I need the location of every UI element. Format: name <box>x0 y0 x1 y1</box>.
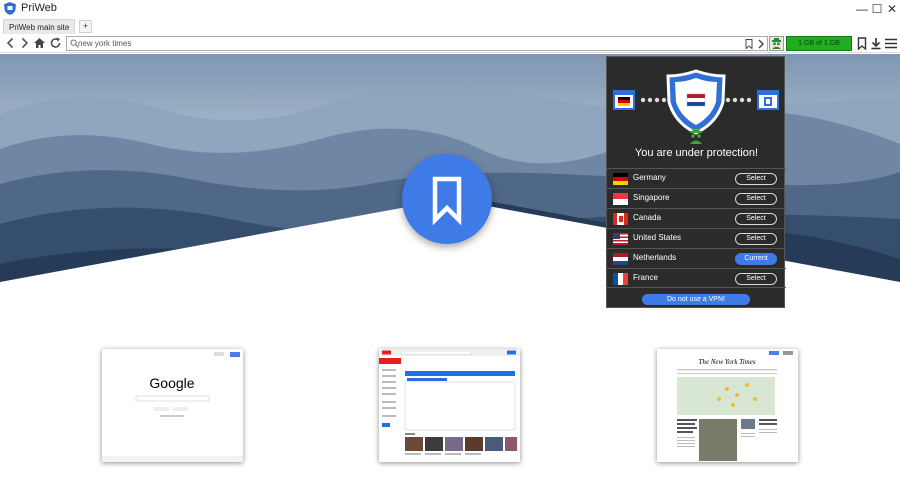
select-france-button[interactable]: Select <box>735 273 777 285</box>
address-bar[interactable]: new york times <box>66 36 768 51</box>
home-icon[interactable] <box>33 36 46 50</box>
tab-strip: PriWeb main site + <box>0 18 900 34</box>
traffic-meter[interactable]: 1 GB of 1 GB <box>786 36 852 51</box>
country-row-france: France Select <box>607 268 786 288</box>
close-button[interactable]: ✕ <box>884 1 900 17</box>
nytimes-logo: The New York Times <box>698 358 755 366</box>
vpn-panel: You are under protection! Germany Select… <box>606 56 786 308</box>
nytimes-thumbnail-image: The New York Times <box>657 349 798 462</box>
canada-flag-icon <box>613 213 628 225</box>
current-netherlands-button[interactable]: Current <box>735 253 777 265</box>
select-germany-button[interactable]: Select <box>735 173 777 185</box>
window-title: PriWeb <box>21 2 57 14</box>
select-canada-button[interactable]: Select <box>735 213 777 225</box>
toolbar: new york times <box>0 34 900 53</box>
vpn-connection-graphic <box>613 69 779 144</box>
protection-status-text: You are under protection! <box>634 147 759 159</box>
vpn-agent-icon <box>772 38 781 49</box>
speed-dial-nytimes[interactable]: The New York Times <box>657 349 798 462</box>
country-name: Singapore <box>633 193 670 202</box>
speed-dial-youtube[interactable] <box>379 349 520 462</box>
google-thumbnail-image: Google <box>102 349 243 462</box>
vpn-toggle-button[interactable] <box>769 36 784 51</box>
united-states-flag-icon <box>613 233 628 245</box>
new-tab-button[interactable]: + <box>79 20 92 33</box>
france-flag-icon <box>613 273 628 285</box>
country-name: United States <box>633 233 682 242</box>
disable-vpn-button[interactable]: Do not use a VPN! <box>642 294 750 305</box>
germany-flag-icon <box>613 173 628 185</box>
chevron-left-icon[interactable] <box>4 36 17 50</box>
hamburger-icon[interactable] <box>884 37 898 50</box>
address-input[interactable]: new york times <box>78 39 131 48</box>
title-bar: PriWeb — ☐ ✕ <box>0 0 900 18</box>
country-name: Germany <box>633 173 666 182</box>
country-name: France <box>633 273 658 282</box>
country-row-singapore: Singapore Select <box>607 188 786 208</box>
singapore-flag-icon <box>613 193 628 205</box>
bookmark-page-icon[interactable] <box>745 39 753 49</box>
select-singapore-button[interactable]: Select <box>735 193 777 205</box>
chevron-right-icon[interactable] <box>18 36 31 50</box>
maximize-button[interactable]: ☐ <box>869 1 885 17</box>
go-icon[interactable] <box>756 38 766 50</box>
country-name: Canada <box>633 213 662 222</box>
country-name: Netherlands <box>633 253 677 262</box>
browser-window: PriWeb — ☐ ✕ PriWeb main site + new york… <box>0 0 900 490</box>
country-row-germany: Germany Select <box>607 168 786 188</box>
tab-priweb-main-site[interactable]: PriWeb main site <box>3 19 75 34</box>
tab-label: PriWeb main site <box>9 23 70 32</box>
reload-icon[interactable] <box>49 36 62 50</box>
country-row-united-states: United States Select <box>607 228 786 248</box>
minimize-button[interactable]: — <box>854 1 870 17</box>
bookmark-icon <box>432 176 462 226</box>
country-row-canada: Canada Select <box>607 208 786 228</box>
bookmark-icon[interactable] <box>856 37 868 50</box>
speed-dial-google[interactable]: Google <box>102 349 243 462</box>
priweb-logo-icon <box>4 2 16 15</box>
country-row-netherlands: Netherlands Current <box>607 248 786 268</box>
netherlands-flag-icon <box>613 253 628 265</box>
download-icon[interactable] <box>870 37 882 50</box>
add-bookmark-button[interactable] <box>402 154 492 244</box>
google-logo: Google <box>149 375 194 391</box>
youtube-thumbnail-image <box>379 349 520 462</box>
select-united-states-button[interactable]: Select <box>735 233 777 245</box>
